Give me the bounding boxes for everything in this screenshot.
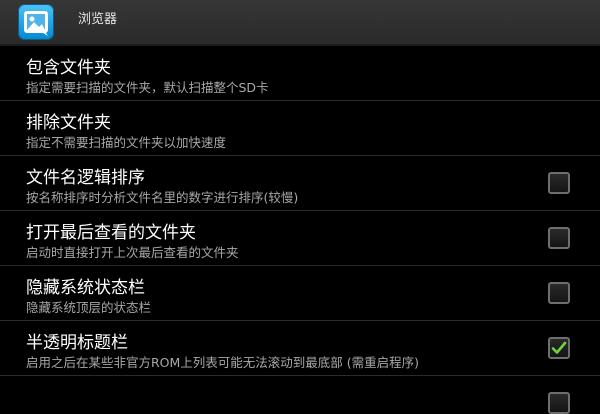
setting-summary: 指定不需要扫描的文件夹以加快速度: [26, 135, 227, 150]
open-last-folder-checkbox[interactable]: [548, 227, 570, 249]
settings-list: 包含文件夹 指定需要扫描的文件夹，默认扫描整个SD卡 排除文件夹 指定不需要扫描…: [0, 46, 600, 376]
logical-sort-checkbox[interactable]: [548, 172, 570, 194]
setting-title: 排除文件夹: [26, 113, 111, 133]
setting-summary: 指定需要扫描的文件夹，默认扫描整个SD卡: [26, 80, 269, 95]
action-bar: 浏览器: [0, 0, 600, 46]
setting-exclude-folders[interactable]: 排除文件夹 指定不需要扫描的文件夹以加快速度: [0, 101, 600, 156]
setting-hide-status-bar[interactable]: 隐藏系统状态栏 隐藏系统顶层的状态栏: [0, 266, 600, 321]
setting-summary: 启动时直接打开上次最后查看的文件夹: [26, 245, 239, 260]
setting-include-folders[interactable]: 包含文件夹 指定需要扫描的文件夹，默认扫描整个SD卡: [0, 46, 600, 101]
setting-translucent-title-bar[interactable]: 半透明标题栏 启用之后在某些非官方ROM上列表可能无法滚动到最底部 (需重启程序…: [0, 321, 600, 376]
setting-title: 打开最后查看的文件夹: [26, 223, 196, 243]
gallery-app-icon[interactable]: [18, 4, 54, 40]
setting-summary: 隐藏系统顶层的状态栏: [26, 300, 152, 315]
app-title: 浏览器: [78, 12, 118, 27]
hide-status-bar-checkbox[interactable]: [548, 282, 570, 304]
setting-summary: 按名称排序时分析文件名里的数字进行排序(较慢): [26, 190, 299, 205]
setting-title: 包含文件夹: [26, 58, 111, 78]
partial-checkbox[interactable]: [548, 392, 570, 414]
setting-logical-sort[interactable]: 文件名逻辑排序 按名称排序时分析文件名里的数字进行排序(较慢): [0, 156, 600, 211]
setting-open-last-folder[interactable]: 打开最后查看的文件夹 启动时直接打开上次最后查看的文件夹: [0, 211, 600, 266]
setting-summary: 启用之后在某些非官方ROM上列表可能无法滚动到最底部 (需重启程序): [26, 355, 420, 370]
setting-title: 文件名逻辑排序: [26, 168, 145, 188]
setting-title: 半透明标题栏: [26, 333, 128, 353]
translucent-title-bar-checkbox[interactable]: [548, 337, 570, 359]
setting-partially-visible[interactable]: [0, 376, 600, 414]
setting-title: 隐藏系统状态栏: [26, 278, 145, 298]
checkmark-icon: [551, 341, 567, 354]
